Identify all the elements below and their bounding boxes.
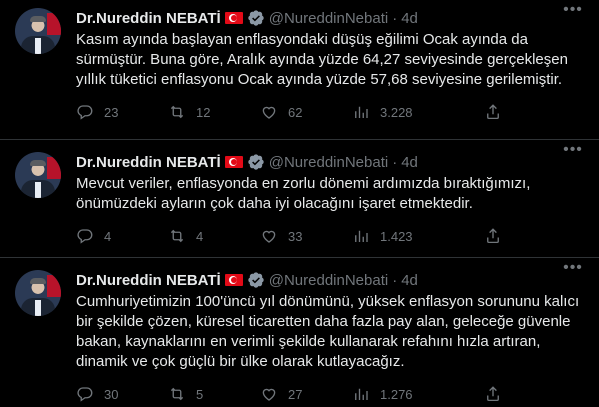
tweet[interactable]: Dr.Nureddin NEBATİ @NureddinNebati · 4d … (0, 258, 599, 407)
share-button[interactable] (484, 385, 512, 403)
reply-button[interactable]: 23 (76, 103, 168, 121)
retweet-icon (170, 105, 184, 119)
share-icon (487, 386, 499, 402)
views-button[interactable]: 3.228 (352, 103, 444, 121)
view-count: 1.276 (380, 386, 413, 402)
author-handle[interactable]: @NureddinNebati (269, 10, 388, 27)
reply-icon (77, 105, 93, 120)
reply-button[interactable]: 30 (76, 385, 168, 403)
views-button[interactable]: 1.276 (352, 385, 444, 403)
retweet-icon (170, 229, 184, 243)
like-button[interactable]: 33 (260, 227, 352, 245)
retweet-count: 4 (196, 228, 204, 244)
tweet-header: Dr.Nureddin NEBATİ @NureddinNebati · 4d (76, 152, 583, 172)
tweet-actions: 4 4 33 1.423 (76, 226, 583, 246)
like-button[interactable]: 27 (260, 385, 352, 403)
views-icon (355, 230, 368, 242)
like-count: 62 (288, 104, 303, 120)
share-button[interactable] (484, 103, 512, 121)
tweet-actions: 30 5 27 1.276 (76, 384, 583, 404)
tweet-text: Mevcut veriler, enflasyonda en zorlu dön… (76, 175, 531, 212)
more-icon[interactable]: ••• (561, 140, 585, 160)
tweet-text: Cumhuriyetimizin 100'üncü yıl dönümünü, … (76, 293, 580, 370)
author-name[interactable]: Dr.Nureddin NEBATİ (76, 272, 221, 289)
tweet-header: Dr.Nureddin NEBATİ @NureddinNebati · 4d (76, 270, 583, 290)
retweet-icon (170, 387, 184, 401)
turkey-flag-icon (224, 156, 243, 168)
retweet-count: 5 (196, 386, 204, 402)
turkey-flag-icon (224, 274, 243, 286)
retweet-button[interactable]: 4 (168, 227, 260, 245)
tweet-header: Dr.Nureddin NEBATİ @NureddinNebati · 4d (76, 8, 583, 28)
author-name[interactable]: Dr.Nureddin NEBATİ (76, 154, 221, 171)
tweet-content: Dr.Nureddin NEBATİ @NureddinNebati · 4d … (76, 141, 599, 257)
timestamp[interactable]: 4d (401, 272, 418, 289)
views-icon (355, 106, 368, 118)
author-handle[interactable]: @NureddinNebati (269, 154, 388, 171)
like-count: 27 (288, 386, 303, 402)
avatar-column (0, 270, 76, 407)
views-button[interactable]: 1.423 (352, 227, 444, 245)
tweet-content: Dr.Nureddin NEBATİ @NureddinNebati · 4d … (76, 259, 599, 407)
author-handle[interactable]: @NureddinNebati (269, 272, 388, 289)
tweet-feed: Dr.Nureddin NEBATİ @NureddinNebati · 4d … (0, 0, 599, 407)
avatar-column (0, 8, 76, 139)
timestamp[interactable]: 4d (401, 154, 418, 171)
views-icon (355, 388, 368, 400)
avatar[interactable] (15, 8, 61, 54)
retweet-button[interactable]: 12 (168, 103, 260, 121)
like-count: 33 (288, 228, 303, 244)
verified-badge-icon (248, 10, 264, 26)
heart-icon (262, 230, 276, 243)
reply-icon (77, 387, 93, 402)
reply-count: 30 (104, 386, 119, 402)
heart-icon (262, 106, 276, 119)
tweet[interactable]: Dr.Nureddin NEBATİ @NureddinNebati · 4d … (0, 0, 599, 140)
retweet-button[interactable]: 5 (168, 385, 260, 403)
tweet-content: Dr.Nureddin NEBATİ @NureddinNebati · 4d … (76, 1, 599, 139)
separator: · (392, 9, 398, 27)
more-icon[interactable]: ••• (561, 258, 585, 278)
view-count: 3.228 (380, 104, 413, 120)
separator: · (392, 153, 398, 171)
retweet-count: 12 (196, 104, 211, 120)
share-button[interactable] (484, 227, 512, 245)
reply-button[interactable]: 4 (76, 227, 168, 245)
timestamp[interactable]: 4d (401, 10, 418, 27)
tweet[interactable]: Dr.Nureddin NEBATİ @NureddinNebati · 4d … (0, 140, 599, 258)
tweet-actions: 23 12 62 3.228 (76, 102, 583, 122)
share-icon (487, 104, 499, 120)
avatar[interactable] (15, 152, 61, 198)
tweet-text: Kasım ayında başlayan enflasyondaki düşü… (76, 31, 568, 88)
share-icon (487, 228, 499, 244)
avatar-column (0, 152, 76, 257)
more-icon[interactable]: ••• (561, 0, 585, 20)
reply-count: 4 (104, 228, 112, 244)
avatar[interactable] (15, 270, 61, 316)
separator: · (392, 271, 398, 289)
heart-icon (262, 388, 276, 401)
like-button[interactable]: 62 (260, 103, 352, 121)
reply-icon (77, 229, 93, 244)
turkey-flag-icon (224, 12, 243, 24)
reply-count: 23 (104, 104, 119, 120)
verified-badge-icon (248, 154, 264, 170)
verified-badge-icon (248, 272, 264, 288)
view-count: 1.423 (380, 228, 413, 244)
author-name[interactable]: Dr.Nureddin NEBATİ (76, 10, 221, 27)
